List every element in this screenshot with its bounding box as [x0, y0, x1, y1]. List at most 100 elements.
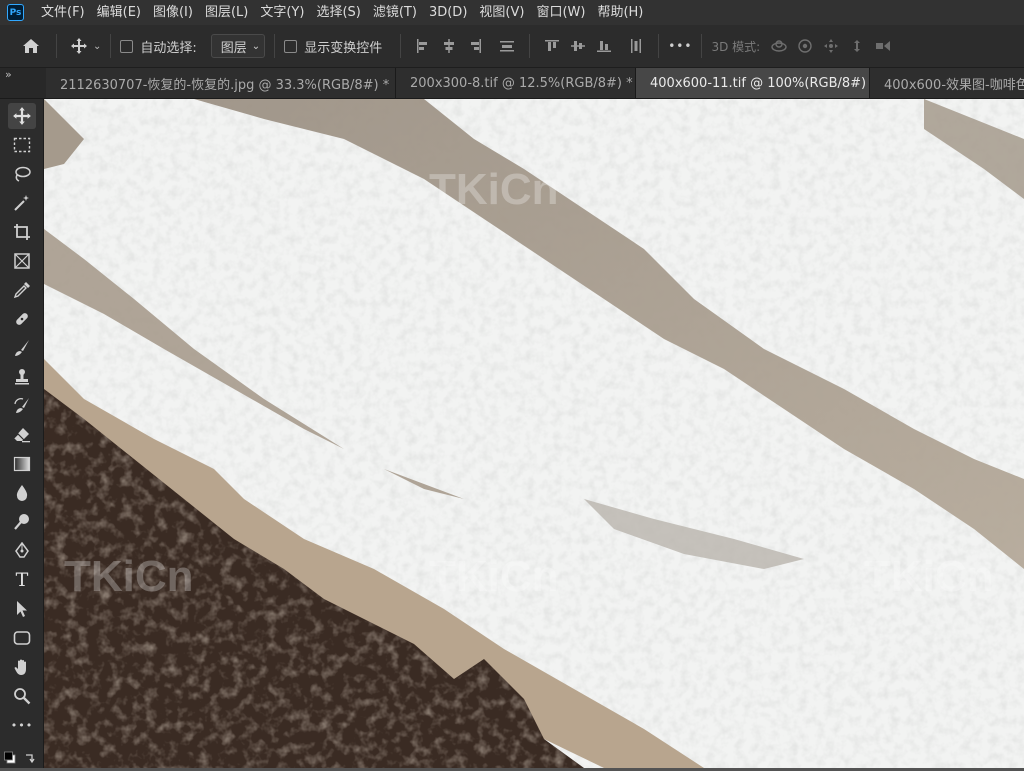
pen-icon	[13, 542, 31, 560]
menu-help[interactable]: 帮助(H)	[591, 0, 649, 25]
align-center-h-icon[interactable]	[436, 33, 462, 59]
watermark-text: TKiCn	[64, 552, 194, 601]
zoom-tool[interactable]	[8, 683, 36, 709]
watermark-text: TKiCn	[429, 165, 559, 214]
logo-text: Ps	[9, 7, 22, 18]
gradient-tool[interactable]	[8, 451, 36, 477]
more-options-button[interactable]: •••	[668, 39, 692, 53]
stamp-icon	[13, 368, 31, 386]
photoshop-logo-icon[interactable]: Ps	[7, 4, 24, 21]
menu-select[interactable]: 选择(S)	[310, 0, 366, 25]
tab-label: 400x600-效果图-咖啡色	[884, 77, 1024, 93]
align-top-icon[interactable]	[539, 33, 565, 59]
type-tool[interactable]: T	[8, 567, 36, 593]
crop-tool[interactable]	[8, 219, 36, 245]
document-tab-bar: » 2112630707-恢复的-恢复的.jpg @ 33.3%(RGB/8#)…	[0, 68, 1024, 99]
align-middle-v-icon[interactable]	[565, 33, 591, 59]
menu-layer[interactable]: 图层(L)	[199, 0, 254, 25]
edit-toolbar[interactable]: •••	[8, 712, 36, 738]
tab-label: 400x600-11.tif @ 100%(RGB/8#)	[650, 75, 867, 91]
blur-tool[interactable]	[8, 480, 36, 506]
document-canvas[interactable]: TKiCn TKiCn TKiCn TKiCn	[44, 99, 1024, 768]
chevron-down-icon[interactable]: ⌄	[93, 41, 101, 52]
more-icon: •••	[10, 718, 34, 732]
menu-3d[interactable]: 3D(D)	[423, 0, 473, 25]
move-icon	[12, 106, 32, 126]
path-selection-tool[interactable]	[8, 596, 36, 622]
droplet-icon	[14, 484, 30, 502]
align-bottom-icon[interactable]	[591, 33, 617, 59]
align-left-icon[interactable]	[410, 33, 436, 59]
auto-select-checkbox[interactable]	[120, 39, 134, 53]
menu-view[interactable]: 视图(V)	[473, 0, 530, 25]
frame-icon	[13, 252, 31, 270]
marquee-tool[interactable]	[8, 132, 36, 158]
history-brush-tool[interactable]	[8, 393, 36, 419]
eraser-tool[interactable]	[8, 422, 36, 448]
history-brush-icon	[13, 397, 31, 415]
healing-brush-tool[interactable]	[8, 306, 36, 332]
bandage-icon	[13, 310, 31, 328]
eyedropper-icon	[13, 281, 31, 299]
3d-roll-icon[interactable]	[792, 33, 818, 59]
menu-edit[interactable]: 编辑(E)	[91, 0, 147, 25]
eyedropper-tool[interactable]	[8, 277, 36, 303]
align-right-icon[interactable]	[462, 33, 488, 59]
rectangle-icon	[13, 630, 31, 646]
divider	[400, 34, 402, 58]
tab-document-3[interactable]: 400x600-11.tif @ 100%(RGB/8#) ×	[636, 68, 886, 98]
3d-orbit-icon[interactable]	[766, 33, 792, 59]
frame-tool[interactable]	[8, 248, 36, 274]
3d-mode-label: 3D 模式:	[711, 39, 761, 54]
lasso-icon	[13, 165, 31, 183]
divider	[658, 34, 660, 58]
3d-scale-icon[interactable]	[870, 33, 896, 59]
home-icon[interactable]	[18, 33, 44, 59]
pen-tool[interactable]	[8, 538, 36, 564]
dodge-tool[interactable]	[8, 509, 36, 535]
divider	[529, 34, 531, 58]
clone-stamp-tool[interactable]	[8, 364, 36, 390]
lasso-tool[interactable]	[8, 161, 36, 187]
menu-filter[interactable]: 滤镜(T)	[367, 0, 423, 25]
gradient-icon	[13, 456, 31, 472]
options-bar: ⌄ 自动选择: 图层 ⌄ 显示变换控件 ••• 3D 模式:	[0, 25, 1024, 68]
type-icon: T	[15, 569, 29, 591]
marquee-icon	[13, 137, 31, 153]
3d-slide-icon[interactable]	[844, 33, 870, 59]
move-tool[interactable]	[8, 103, 36, 129]
shape-tool[interactable]	[8, 625, 36, 651]
show-transform-checkbox[interactable]	[284, 39, 298, 53]
panel-collapse-icon[interactable]: »	[5, 68, 12, 81]
tab-document-1[interactable]: 2112630707-恢复的-恢复的.jpg @ 33.3%(RGB/8#) *…	[46, 68, 409, 98]
menu-type[interactable]: 文字(Y)	[254, 0, 310, 25]
menu-image[interactable]: 图像(I)	[147, 0, 199, 25]
divider	[701, 34, 703, 58]
chevron-down-icon: ⌄	[251, 40, 261, 52]
distribute-vertical-icon[interactable]	[494, 33, 520, 59]
3d-pan-icon[interactable]	[818, 33, 844, 59]
distribute-horizontal-icon[interactable]	[623, 33, 649, 59]
auto-select-target-value: 图层	[220, 40, 247, 56]
menu-file[interactable]: 文件(F)	[35, 0, 91, 25]
tab-label: 200x300-8.tif @ 12.5%(RGB/8#) *	[410, 75, 633, 91]
divider	[274, 34, 276, 58]
watermark-text: TKiCn	[429, 552, 559, 601]
watermark-text: TKiCn	[864, 552, 994, 601]
eraser-icon	[13, 426, 31, 444]
auto-select-label: 自动选择:	[140, 40, 197, 56]
menu-bar: Ps 文件(F) 编辑(E) 图像(I) 图层(L) 文字(Y) 选择(S) 滤…	[0, 0, 1024, 25]
move-tool-preset-icon[interactable]	[66, 33, 92, 59]
show-transform-label: 显示变换控件	[304, 40, 383, 56]
hand-tool[interactable]	[8, 654, 36, 680]
tab-document-4[interactable]: 400x600-效果图-咖啡色	[870, 68, 1024, 98]
magic-wand-tool[interactable]	[8, 190, 36, 216]
divider	[110, 34, 112, 58]
color-swatches[interactable]	[4, 747, 40, 767]
menu-window[interactable]: 窗口(W)	[530, 0, 591, 25]
dodge-icon	[13, 513, 31, 531]
auto-select-target-dropdown[interactable]: 图层 ⌄	[210, 34, 266, 58]
brush-tool[interactable]	[8, 335, 36, 361]
magnifier-icon	[13, 687, 31, 705]
tab-document-2[interactable]: 200x300-8.tif @ 12.5%(RGB/8#) * ×	[396, 68, 653, 98]
